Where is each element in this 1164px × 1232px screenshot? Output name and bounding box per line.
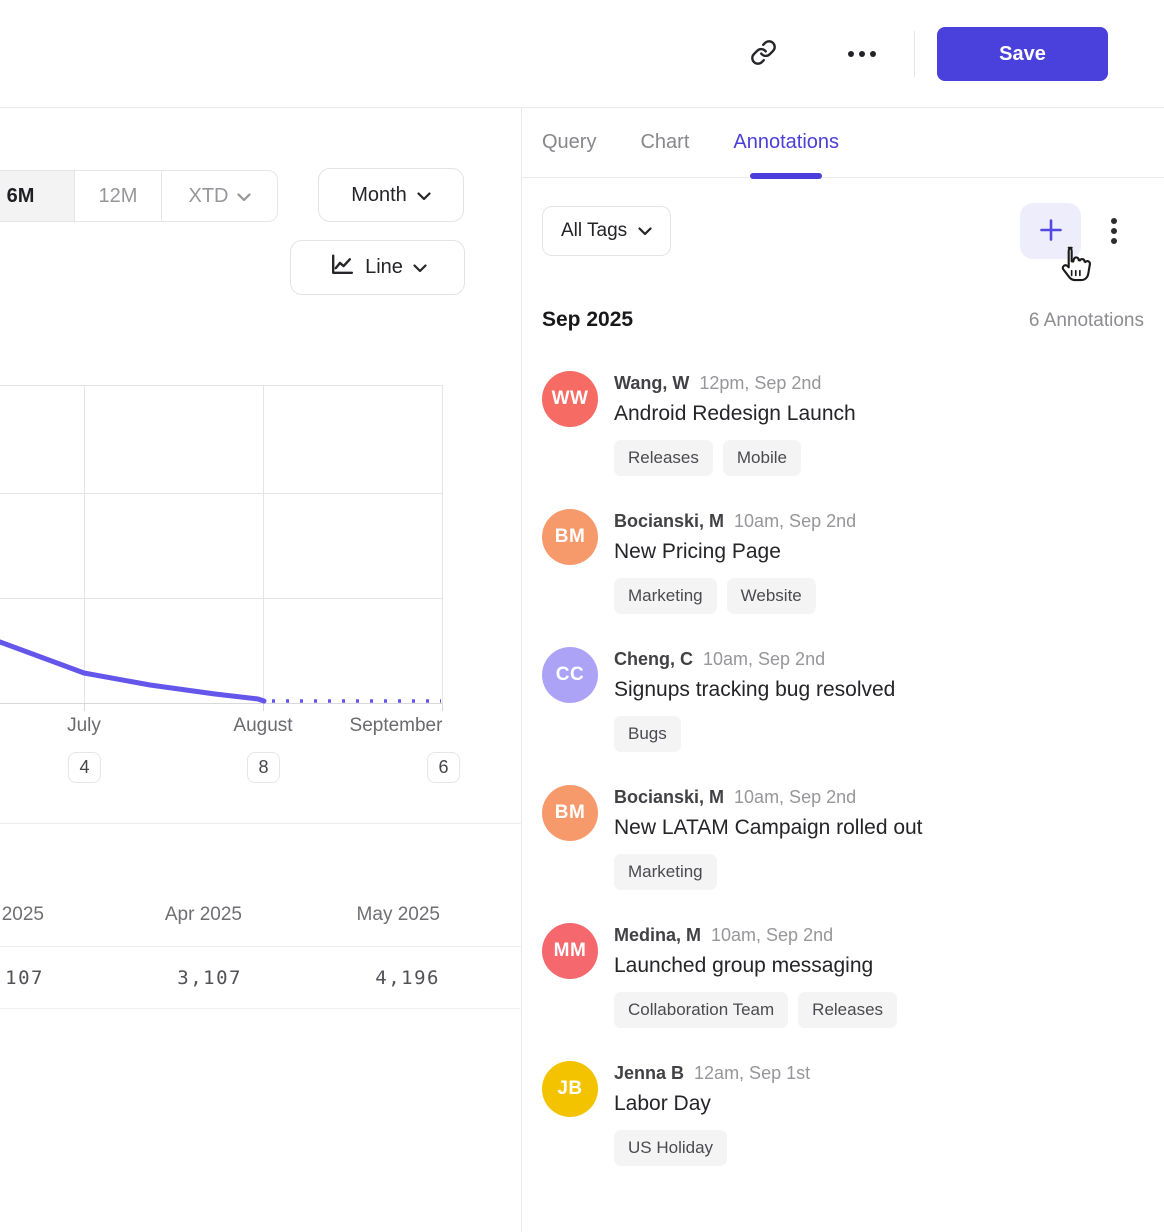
range-button-6m[interactable]: 6M xyxy=(0,171,74,221)
chevron-down-icon xyxy=(638,220,652,242)
chevron-down-icon xyxy=(237,185,251,208)
annotations-menu-button[interactable] xyxy=(1102,211,1126,251)
add-annotation-button[interactable] xyxy=(1020,203,1081,259)
x-axis-label: August xyxy=(203,715,323,737)
table-header-row: 2025 Apr 2025 May 2025 xyxy=(0,824,522,947)
chevron-down-icon xyxy=(417,184,431,207)
annotation-title: Launched group messaging xyxy=(614,949,897,983)
range-button-xtd[interactable]: XTD xyxy=(161,171,277,221)
more-horizontal-icon xyxy=(848,51,876,57)
annotation-author: Jenna B xyxy=(614,1061,684,1085)
annotation-count-badge-august[interactable]: 8 xyxy=(247,752,280,783)
annotation-item[interactable]: CC Cheng, C 10am, Sep 2nd Signups tracki… xyxy=(542,647,1152,752)
annotation-author: Bocianski, M xyxy=(614,785,724,809)
more-options-button[interactable] xyxy=(840,36,884,72)
annotation-tag[interactable]: Releases xyxy=(798,992,897,1028)
annotation-item[interactable]: MM Medina, M 10am, Sep 2nd Launched grou… xyxy=(542,923,1152,1028)
panel-tabs: Query Chart Annotations xyxy=(522,108,1164,178)
annotation-author: Bocianski, M xyxy=(614,509,724,533)
avatar: MM xyxy=(542,923,598,979)
kebab-menu-icon xyxy=(1111,218,1117,244)
annotation-tag[interactable]: Mobile xyxy=(723,440,801,476)
annotation-title: New Pricing Page xyxy=(614,535,856,569)
chart-line-solid xyxy=(0,642,264,701)
chevron-down-icon xyxy=(413,256,427,279)
annotation-title: Android Redesign Launch xyxy=(614,397,856,431)
annotations-count: 6 Annotations xyxy=(1029,310,1144,332)
table-header-cell: 2025 xyxy=(0,904,44,926)
annotation-count-badge-september[interactable]: 6 xyxy=(427,752,460,783)
annotations-section-header: Sep 2025 6 Annotations xyxy=(542,308,1144,332)
table-value-cell: 3,107 xyxy=(72,967,242,989)
table-value-cell: 4,196 xyxy=(270,967,440,989)
annotation-tag[interactable]: Website xyxy=(727,578,816,614)
annotation-tag[interactable]: US Holiday xyxy=(614,1130,727,1166)
avatar: WW xyxy=(542,371,598,427)
annotation-title: New LATAM Campaign rolled out xyxy=(614,811,923,845)
toolbar-divider xyxy=(914,31,915,77)
avatar: CC xyxy=(542,647,598,703)
table-row: 107 3,107 4,196 xyxy=(0,947,522,1009)
save-button[interactable]: Save xyxy=(937,27,1108,81)
annotation-author: Cheng, C xyxy=(614,647,693,671)
annotation-tag[interactable]: Bugs xyxy=(614,716,681,752)
table-value-cell: 107 xyxy=(0,967,44,989)
annotation-title: Signups tracking bug resolved xyxy=(614,673,895,707)
annotation-item[interactable]: BM Bocianski, M 10am, Sep 2nd New Pricin… xyxy=(542,509,1152,614)
annotation-timestamp: 10am, Sep 2nd xyxy=(734,509,856,533)
annotation-author: Wang, W xyxy=(614,371,689,395)
annotations-panel: Query Chart Annotations All Tags xyxy=(522,108,1164,1232)
annotation-timestamp: 10am, Sep 2nd xyxy=(734,785,856,809)
annotation-timestamp: 10am, Sep 2nd xyxy=(703,647,825,671)
annotation-item[interactable]: JB Jenna B 12am, Sep 1st Labor Day US Ho… xyxy=(542,1061,1152,1166)
results-table: 2025 Apr 2025 May 2025 107 3,107 4,196 xyxy=(0,823,522,1009)
line-chart[interactable] xyxy=(0,385,450,715)
avatar: JB xyxy=(542,1061,598,1117)
annotations-list: WW Wang, W 12pm, Sep 2nd Android Redesig… xyxy=(542,371,1152,1166)
range-button-12m[interactable]: 12M xyxy=(74,171,161,221)
annotation-timestamp: 12am, Sep 1st xyxy=(694,1061,810,1085)
annotation-item[interactable]: WW Wang, W 12pm, Sep 2nd Android Redesig… xyxy=(542,371,1152,476)
section-month-title: Sep 2025 xyxy=(542,308,633,332)
avatar: BM xyxy=(542,509,598,565)
tab-annotations[interactable]: Annotations xyxy=(733,108,839,178)
granularity-dropdown[interactable]: Month xyxy=(318,168,464,222)
line-chart-icon xyxy=(328,251,355,284)
date-range-segmented-control: 6M 12M XTD xyxy=(0,170,278,222)
copy-link-button[interactable] xyxy=(744,36,782,72)
table-header-cell: May 2025 xyxy=(270,904,440,926)
annotation-item[interactable]: BM Bocianski, M 10am, Sep 2nd New LATAM … xyxy=(542,785,1152,890)
app-window: Save 6M 12M XTD Month xyxy=(0,0,1164,1232)
annotation-tag[interactable]: Marketing xyxy=(614,854,717,890)
tag-filter-dropdown[interactable]: All Tags xyxy=(542,206,671,256)
annotation-title: Labor Day xyxy=(614,1087,810,1121)
annotation-author: Medina, M xyxy=(614,923,701,947)
tab-chart[interactable]: Chart xyxy=(640,108,689,178)
annotation-tag[interactable]: Marketing xyxy=(614,578,717,614)
annotation-timestamp: 12pm, Sep 2nd xyxy=(699,371,821,395)
active-tab-underline xyxy=(750,173,822,179)
avatar: BM xyxy=(542,785,598,841)
chart-type-dropdown[interactable]: Line xyxy=(290,240,465,295)
annotation-tag[interactable]: Releases xyxy=(614,440,713,476)
annotation-timestamp: 10am, Sep 2nd xyxy=(711,923,833,947)
table-header-cell: Apr 2025 xyxy=(72,904,242,926)
tab-query[interactable]: Query xyxy=(542,108,596,178)
chart-panel: 6M 12M XTD Month Line xyxy=(0,108,522,1232)
link-icon xyxy=(750,39,777,69)
top-toolbar: Save xyxy=(0,0,1164,108)
x-axis-label: July xyxy=(24,715,144,737)
plus-icon xyxy=(1037,216,1065,247)
annotation-tag[interactable]: Collaboration Team xyxy=(614,992,788,1028)
annotation-count-badge-july[interactable]: 4 xyxy=(68,752,101,783)
x-axis-label: September xyxy=(336,715,456,737)
